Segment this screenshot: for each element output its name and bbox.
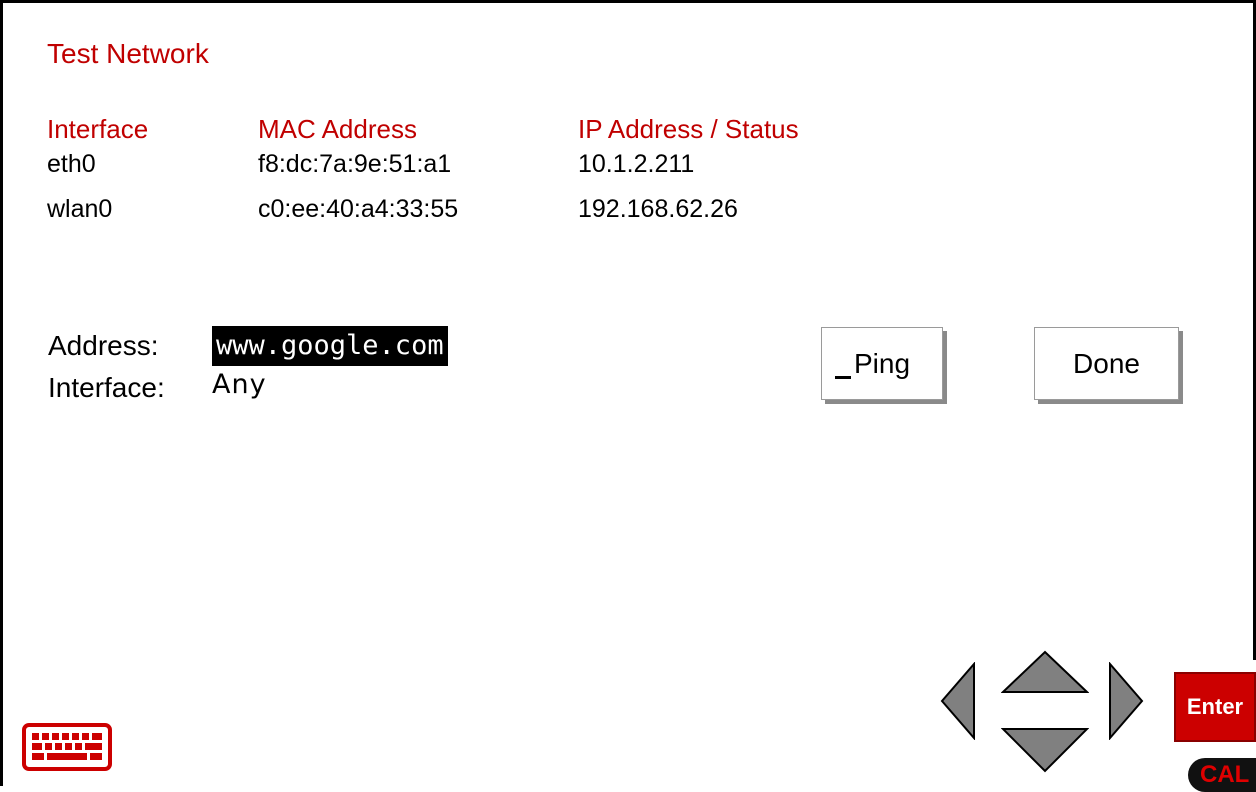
arrow-up-icon[interactable] xyxy=(1001,650,1089,694)
arrow-down-icon[interactable] xyxy=(1001,727,1089,773)
row-eth0-ip: 10.1.2.211 xyxy=(578,150,695,178)
done-button[interactable]: Done xyxy=(1034,327,1179,400)
ping-button-label: Ping xyxy=(853,347,911,379)
arrow-left-icon[interactable] xyxy=(940,662,976,740)
row-wlan0-ip: 192.168.62.26 xyxy=(578,195,738,223)
done-button-label: Done xyxy=(1073,347,1140,379)
row-wlan0-mac: c0:ee:40:a4:33:55 xyxy=(258,195,459,223)
enter-button[interactable]: Enter xyxy=(1174,672,1256,742)
interface-label: Interface: xyxy=(48,372,165,403)
arrow-right-icon[interactable] xyxy=(1108,662,1144,740)
enter-button-label: Enter xyxy=(1186,694,1244,719)
address-label: Address: xyxy=(48,330,159,361)
page-title: Test Network xyxy=(47,38,209,69)
keyboard-icon[interactable] xyxy=(22,723,112,771)
header-interface: Interface xyxy=(47,114,149,144)
ping-mnemonic-underline xyxy=(835,376,851,379)
ping-button[interactable]: Ping xyxy=(821,327,943,400)
row-wlan0-interface: wlan0 xyxy=(47,195,113,223)
row-eth0-mac: f8:dc:7a:9e:51:a1 xyxy=(258,150,452,178)
cal-badge-label: CAL xyxy=(1200,761,1250,788)
header-ip-status: IP Address / Status xyxy=(578,114,799,144)
header-mac-address: MAC Address xyxy=(258,114,417,144)
window-border-left xyxy=(0,0,3,786)
row-eth0-interface: eth0 xyxy=(47,150,96,178)
address-input[interactable]: www.google.com xyxy=(212,326,448,366)
window-border-top xyxy=(0,0,1256,3)
cal-badge: CAL xyxy=(1188,758,1256,792)
interface-select[interactable]: Any xyxy=(212,369,267,400)
